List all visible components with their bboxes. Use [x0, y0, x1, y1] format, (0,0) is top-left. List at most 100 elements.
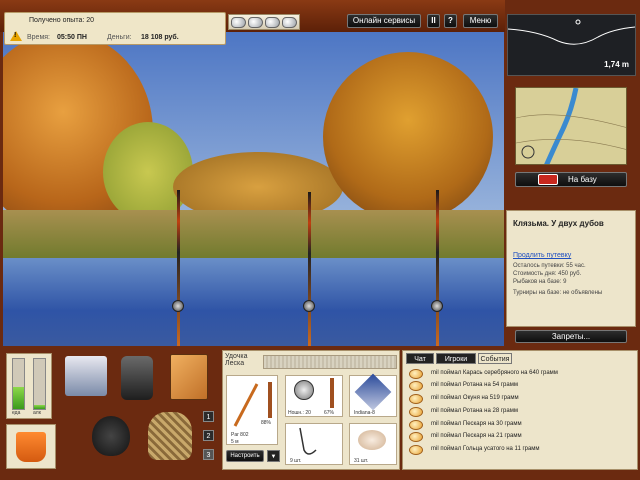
hook-count: 9 шт.	[290, 458, 302, 464]
tackle-header: Удочка Леска	[225, 353, 263, 371]
tab-events[interactable]: События	[478, 353, 512, 364]
event-row: mil поймал Карась серебряного на 640 гра…	[409, 369, 635, 381]
event-row: mil поймал Ротана на 28 грамм	[409, 407, 635, 419]
menu-button[interactable]: Меню	[463, 14, 498, 28]
tab-chat[interactable]: Чат	[406, 353, 434, 364]
depth-value: 1,74 m	[604, 60, 629, 69]
alcohol-meter	[33, 358, 46, 410]
chat-panel: Чат Игроки События mil поймал Карась сер…	[402, 350, 638, 470]
notebook-icon[interactable]	[170, 354, 208, 400]
tackle-box-icon[interactable]	[65, 356, 107, 396]
bait-name: Indiana-8	[354, 410, 375, 416]
fish-icon	[409, 445, 423, 455]
tab-players[interactable]: Игроки	[436, 353, 476, 364]
pause-button[interactable]: II	[427, 14, 440, 28]
river-water[interactable]	[3, 258, 504, 346]
fish-icon	[409, 394, 423, 404]
food-label: еда	[12, 410, 21, 416]
rod-1[interactable]	[177, 190, 180, 346]
fishers-count: Рыбаков на базе: 9	[513, 279, 567, 285]
fish-bucket[interactable]	[6, 424, 56, 469]
map-river	[516, 88, 626, 164]
status-panel: Получено опыта: 20 ! Время: 05:50 ПН Ден…	[4, 12, 226, 45]
bucket-icon	[16, 432, 46, 462]
event-row: mil поймал Окуня на 519 грамм	[409, 394, 635, 406]
caught-fish-bar[interactable]	[228, 14, 300, 30]
inventory-page-2[interactable]: 2	[203, 430, 214, 441]
riverbank	[3, 210, 504, 260]
fish-icon	[409, 407, 423, 417]
event-row: mil поймал Пескаря на 21 грамм	[409, 432, 635, 444]
setup-button[interactable]: Настроить	[226, 450, 264, 462]
reel-icon	[303, 300, 315, 312]
reel-icon	[431, 300, 443, 312]
reel-wear-bar	[330, 378, 334, 408]
rod-length: 5 м	[231, 439, 239, 445]
creel-icon[interactable]	[148, 412, 192, 460]
oak-tree	[323, 52, 493, 222]
hook-icon	[299, 427, 317, 455]
time-label: Время:	[27, 34, 51, 41]
event-row: mil поймал Гольца усатого на 11 грамм	[409, 445, 635, 457]
inventory-page-3[interactable]: 3	[203, 449, 214, 460]
day-cost: Стоимость дня: 450 руб.	[513, 271, 582, 277]
extend-permit-link[interactable]: Продлить путевку	[513, 252, 571, 259]
bait2-count: 31 шт.	[354, 458, 369, 464]
reel-icon	[294, 380, 314, 400]
fish-icon	[409, 432, 423, 442]
reel-icon	[172, 300, 184, 312]
food-meter	[12, 358, 25, 410]
rod-name: Par 802	[231, 432, 249, 438]
tackle-panel: Удочка Леска Par 802 5 м 88% Ношн.: 20 6…	[222, 350, 400, 470]
fishing-scene[interactable]	[3, 32, 504, 346]
inventory-page-1[interactable]: 1	[203, 411, 214, 422]
warning-icon[interactable]: !	[10, 31, 22, 41]
event-row: mil поймал Ротана на 54 грамм	[409, 381, 635, 393]
rod-3[interactable]	[436, 190, 439, 346]
fish-icon	[409, 381, 423, 391]
restrictions-button[interactable]: Запреты...	[515, 330, 627, 343]
condition-meters: еда алк	[6, 353, 52, 419]
alcohol-label: алк	[33, 410, 41, 416]
fish-icon[interactable]	[265, 16, 280, 28]
fish-icon	[409, 369, 423, 379]
food-meter-fill	[13, 386, 24, 409]
rod-2[interactable]	[308, 192, 311, 346]
money-label: Деньги:	[107, 34, 132, 41]
fish-icon[interactable]	[248, 16, 263, 28]
bait-icon	[358, 430, 386, 450]
tournaments-status: Турниры на базе: не объявлены	[513, 290, 603, 296]
event-row: mil поймал Пескаря на 30 грамм	[409, 420, 635, 432]
to-base-button[interactable]: На базу	[515, 172, 627, 187]
bait-slot[interactable]: Indiana-8	[349, 373, 397, 417]
fish-icon	[409, 420, 423, 430]
experience-text: Получено опыта: 20	[29, 17, 95, 24]
fish-icon[interactable]	[282, 16, 297, 28]
permit-remaining: Осталось путевки: 55 час.	[513, 263, 586, 269]
location-info: Клязьма. У двух дубов Продлить путевку О…	[506, 210, 636, 327]
reel-wear: 67%	[324, 410, 335, 416]
pot-icon[interactable]	[92, 416, 130, 456]
bait-icon	[354, 373, 392, 411]
setup-dropdown-button[interactable]: ▼	[267, 450, 280, 462]
alcohol-meter-fill	[34, 405, 45, 409]
location-title: Клязьма. У двух дубов	[513, 219, 604, 228]
base-house-icon	[538, 174, 558, 185]
help-button[interactable]: ?	[444, 14, 457, 28]
line-label: Леска	[225, 360, 245, 367]
reel-slot[interactable]: Ношн.: 20 67%	[285, 375, 343, 417]
money-value: 18 108 руб.	[141, 34, 179, 41]
online-services-button[interactable]: Онлайн сервисы	[347, 14, 421, 28]
depth-profile: 1,74 m	[507, 14, 636, 76]
tackle-slider[interactable]	[263, 355, 397, 369]
hook-slot[interactable]: 9 шт.	[285, 423, 343, 465]
rod-label: Удочка	[225, 353, 248, 360]
bait2-slot[interactable]: 31 шт.	[349, 423, 397, 465]
rod-wear: 88%	[261, 420, 272, 426]
reel-name: Ношн.: 20	[288, 410, 311, 416]
rod-icon	[233, 382, 272, 427]
backpack-icon[interactable]	[121, 356, 153, 400]
rod-slot[interactable]: Par 802 5 м 88%	[226, 375, 278, 445]
location-map[interactable]	[515, 87, 627, 165]
fish-icon[interactable]	[231, 16, 246, 28]
